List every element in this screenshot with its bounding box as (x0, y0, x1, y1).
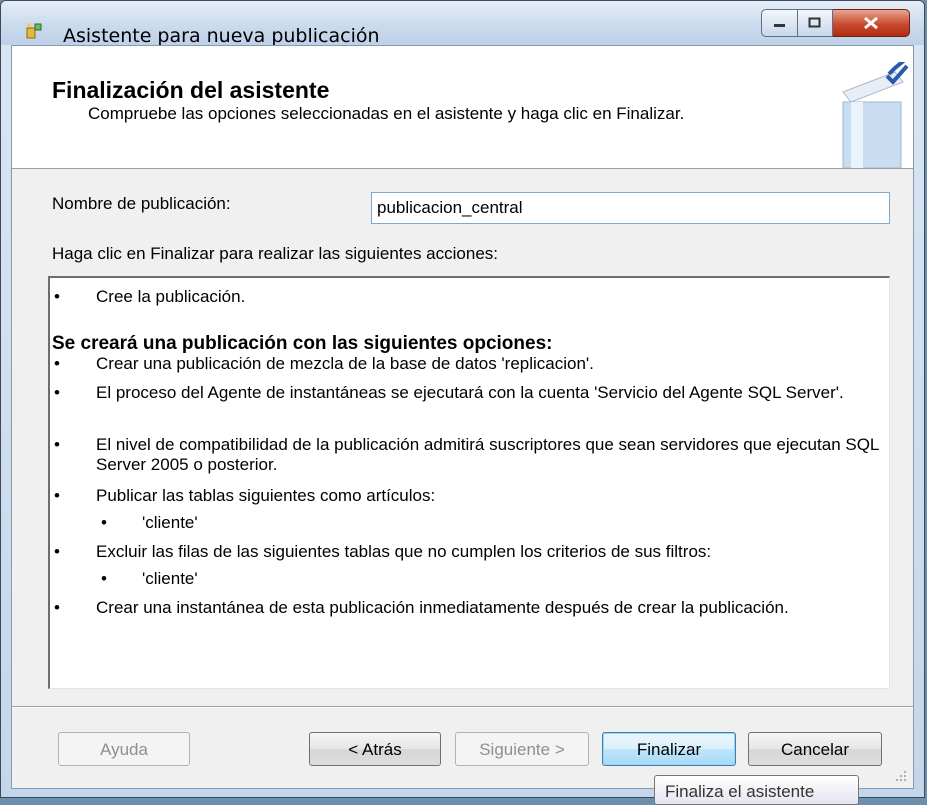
wizard-header: Finalización del asistente Compruebe las… (12, 46, 913, 169)
bullet: • (54, 486, 60, 505)
caption-buttons (761, 9, 910, 37)
finish-tooltip: Finaliza el asistente (654, 775, 859, 805)
minimize-button[interactable] (761, 9, 798, 37)
page-title: Finalización del asistente (52, 77, 330, 103)
actions-summary-box[interactable]: • Cree la publicación. Se creará una pub… (48, 276, 890, 689)
minimize-icon (773, 24, 785, 27)
page-subtitle: Compruebe las opciones seleccionadas en … (88, 104, 685, 123)
bullet: • (54, 354, 60, 373)
bullet: • (101, 513, 107, 532)
bullet: • (54, 383, 60, 402)
wizard-window: Asistente para nueva publicación Finaliz… (0, 0, 925, 798)
bullet: • (54, 542, 60, 561)
finish-button[interactable]: Finalizar (602, 732, 736, 766)
bullet: • (54, 435, 60, 454)
book-check-icon (842, 62, 909, 168)
bullet: • (54, 287, 60, 306)
close-button[interactable] (833, 9, 910, 37)
wizard-app-icon (26, 23, 42, 39)
resize-grip-icon[interactable] (895, 770, 907, 782)
close-icon (864, 16, 878, 30)
cancel-button[interactable]: Cancelar (748, 732, 882, 766)
window-title: Asistente para nueva publicación (63, 25, 380, 47)
maximize-icon (808, 17, 821, 28)
next-button[interactable]: Siguiente > (455, 732, 589, 766)
publication-name-label: Nombre de publicación: (52, 194, 231, 213)
options-section-title: Se creará una publicación con las siguie… (52, 333, 553, 354)
back-button[interactable]: < Atrás (309, 732, 441, 766)
title-bar[interactable]: Asistente para nueva publicación (1, 1, 924, 47)
footer-divider (12, 706, 913, 708)
bullet: • (54, 598, 60, 617)
actions-label: Haga clic en Finalizar para realizar las… (52, 244, 498, 263)
wizard-content: Finalización del asistente Compruebe las… (11, 45, 914, 789)
publication-name-input[interactable] (371, 192, 890, 224)
help-button[interactable]: Ayuda (58, 732, 190, 766)
maximize-button[interactable] (798, 9, 833, 37)
bullet: • (101, 569, 107, 588)
